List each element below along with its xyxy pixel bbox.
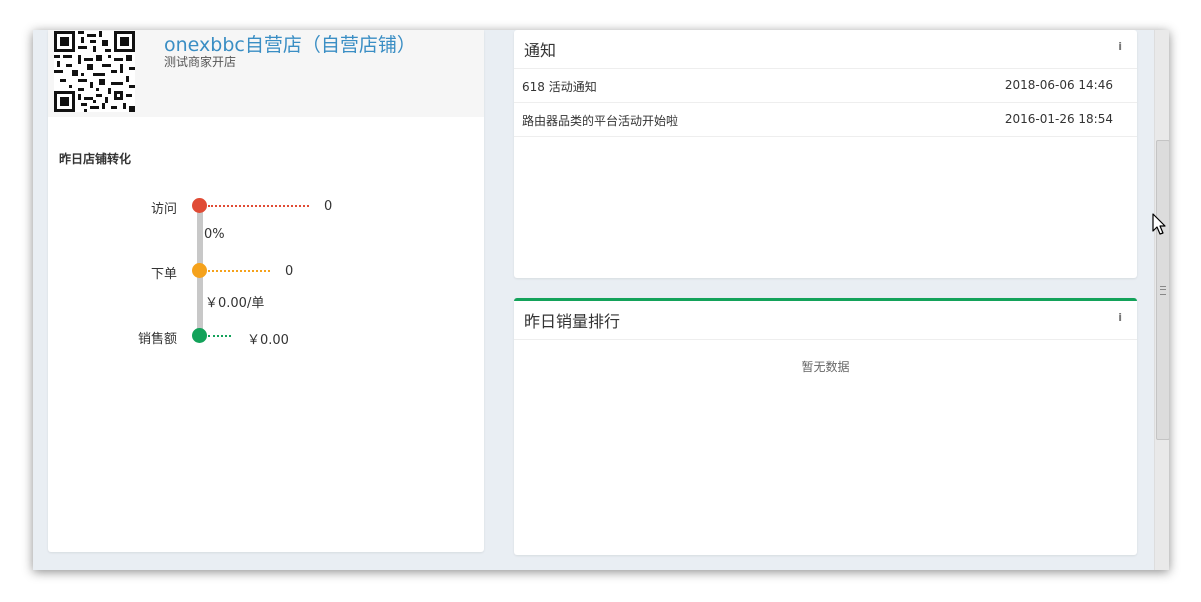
vertical-scrollbar[interactable] <box>1154 30 1169 570</box>
visit-label: 访问 <box>150 202 177 217</box>
app-window: onexbbc自营店（自营店铺） 测试商家开店 昨日店铺转化 访问 0 0% 下… <box>33 30 1169 570</box>
order-dot <box>192 263 207 278</box>
notice-item[interactable]: 618 活动通知 2018-06-06 14:46 <box>514 69 1137 103</box>
empty-state-text: 暂无数据 <box>801 360 850 374</box>
sales-ranking-panel: 昨日销量排行 i 暂无数据 <box>514 298 1137 555</box>
store-subtitle: 测试商家开店 <box>164 55 237 69</box>
order-label: 下单 <box>150 267 177 282</box>
notice-item-date: 2016-01-26 18:54 <box>1004 112 1113 126</box>
notice-item-date: 2018-06-06 14:46 <box>1004 78 1113 92</box>
notice-title: 通知 <box>524 41 557 60</box>
ranking-title: 昨日销量排行 <box>524 312 621 331</box>
sales-dot <box>192 328 207 343</box>
sales-value: ￥0.00 <box>247 333 289 348</box>
store-header: onexbbc自营店（自营店铺） 测试商家开店 <box>48 30 484 117</box>
notice-item-text[interactable]: 618 活动通知 <box>522 78 597 95</box>
notice-item-text[interactable]: 路由器品类的平台活动开始啦 <box>522 112 678 129</box>
visit-dot <box>192 198 207 213</box>
order-value: 0 <box>285 264 294 279</box>
info-icon[interactable]: i <box>1118 40 1122 53</box>
avg-per-order: ￥0.00/单 <box>205 296 265 311</box>
grip-icon <box>1160 286 1166 295</box>
visit-value: 0 <box>324 199 333 214</box>
info-icon[interactable]: i <box>1118 311 1122 324</box>
order-dashline <box>208 270 270 272</box>
notice-panel: 通知 i 618 活动通知 2018-06-06 14:46 路由器品类的平台活… <box>514 30 1137 278</box>
qr-code-image <box>54 31 135 112</box>
notice-header: 通知 i <box>514 30 1137 69</box>
visit-order-rate: 0% <box>204 227 225 242</box>
sales-dashline <box>208 335 231 337</box>
scrollbar-thumb[interactable] <box>1156 140 1169 440</box>
mouse-pointer-icon <box>1152 213 1166 235</box>
conversion-title: 昨日店铺转化 <box>59 152 132 166</box>
notice-item[interactable]: 路由器品类的平台活动开始啦 2016-01-26 18:54 <box>514 103 1137 137</box>
store-panel: onexbbc自营店（自营店铺） 测试商家开店 昨日店铺转化 访问 0 0% 下… <box>48 30 484 552</box>
sales-label: 销售额 <box>137 332 177 347</box>
visit-dashline <box>208 205 309 207</box>
ranking-header: 昨日销量排行 i <box>514 301 1137 340</box>
